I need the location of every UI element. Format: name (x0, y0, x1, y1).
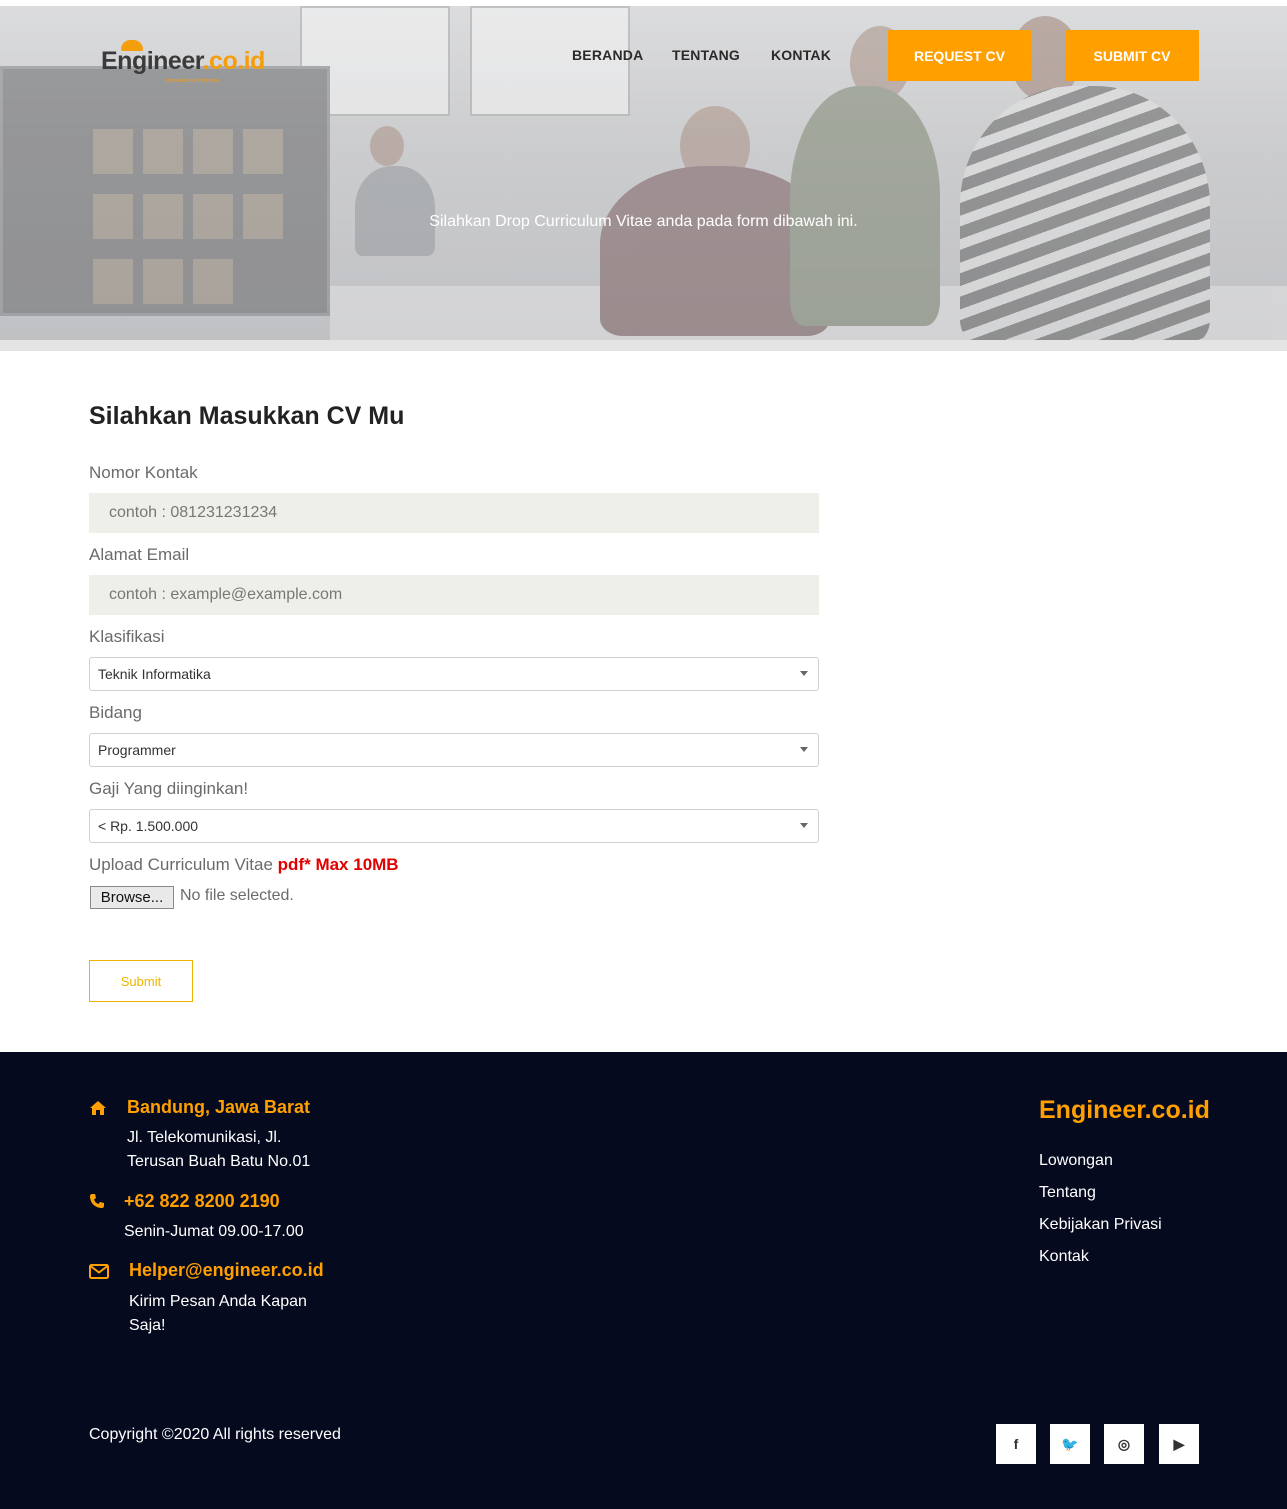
phone-number[interactable]: +62 822 8200 2190 (124, 1191, 280, 1212)
salary-value: < Rp. 1.500.000 (98, 818, 199, 834)
address-line1: Jl. Telekomunikasi, Jl. (127, 1129, 282, 1146)
email-input[interactable] (89, 575, 819, 615)
upload-label-text: Upload Curriculum Vitae (89, 855, 273, 874)
nav-beranda[interactable]: BERANDA (572, 47, 643, 65)
email-line2: Saja! (129, 1317, 166, 1334)
submit-cv-button[interactable]: SUBMIT CV (1065, 30, 1199, 81)
hero-subtitle: Silahkan Drop Curriculum Vitae anda pada… (429, 213, 858, 230)
mail-icon (89, 1264, 109, 1279)
contact-label: Nomor Kontak (89, 463, 198, 482)
instagram-icon[interactable]: ◎ (1104, 1424, 1144, 1464)
site-logo[interactable]: Engineer.co.id Innovation for Indonesia (101, 40, 271, 89)
email-address[interactable]: Helper@engineer.co.id (129, 1260, 324, 1281)
upload-note: pdf* Max 10MB (277, 855, 399, 874)
hero-banner: Engineer.co.id Innovation for Indonesia … (0, 0, 1287, 351)
caret-down-icon (800, 671, 808, 676)
submit-button[interactable]: Submit (89, 960, 193, 1002)
youtube-icon[interactable]: ▶ (1159, 1424, 1199, 1464)
twitter-icon[interactable]: 🐦 (1050, 1424, 1090, 1464)
copyright: Copyright ©2020 All rights reserved (89, 1426, 341, 1443)
email-label: Alamat Email (89, 545, 190, 564)
field-label: Bidang (89, 703, 142, 722)
field-value: Programmer (98, 742, 176, 758)
facebook-icon[interactable]: f (996, 1424, 1036, 1464)
browse-button[interactable]: Browse... (90, 886, 174, 909)
footer-link-lowongan[interactable]: Lowongan (1039, 1152, 1113, 1170)
classification-value: Teknik Informatika (98, 666, 211, 682)
address-title: Bandung, Jawa Barat (127, 1097, 311, 1117)
nav-tentang[interactable]: TENTANG (672, 47, 740, 65)
caret-down-icon (800, 823, 808, 828)
caret-down-icon (800, 747, 808, 752)
file-status: No file selected. (180, 887, 294, 904)
salary-select[interactable]: < Rp. 1.500.000 (89, 809, 819, 843)
upload-label: Upload Curriculum Vitae pdf* Max 10MB (89, 855, 399, 875)
field-select[interactable]: Programmer (89, 733, 819, 767)
request-cv-button[interactable]: REQUEST CV (888, 30, 1031, 81)
footer-brand: Engineer.co.id (1039, 1096, 1210, 1124)
helmet-icon (121, 40, 143, 51)
phone-hours: Senin-Jumat 09.00-17.00 (124, 1223, 304, 1240)
email-line1: Kirim Pesan Anda Kapan (129, 1293, 307, 1310)
classification-label: Klasifikasi (89, 627, 165, 646)
footer-link-kebijakan-privasi[interactable]: Kebijakan Privasi (1039, 1216, 1162, 1234)
address-line2: Terusan Buah Batu No.01 (127, 1153, 311, 1170)
form-title: Silahkan Masukkan CV Mu (89, 402, 405, 430)
classification-select[interactable]: Teknik Informatika (89, 657, 819, 691)
home-icon (90, 1101, 106, 1115)
phone-icon (90, 1194, 104, 1208)
nav-kontak[interactable]: KONTAK (771, 47, 831, 65)
salary-label: Gaji Yang diinginkan! (89, 779, 249, 798)
contact-input[interactable] (89, 493, 819, 533)
footer-link-kontak[interactable]: Kontak (1039, 1248, 1089, 1266)
footer-link-tentang[interactable]: Tentang (1039, 1184, 1096, 1202)
